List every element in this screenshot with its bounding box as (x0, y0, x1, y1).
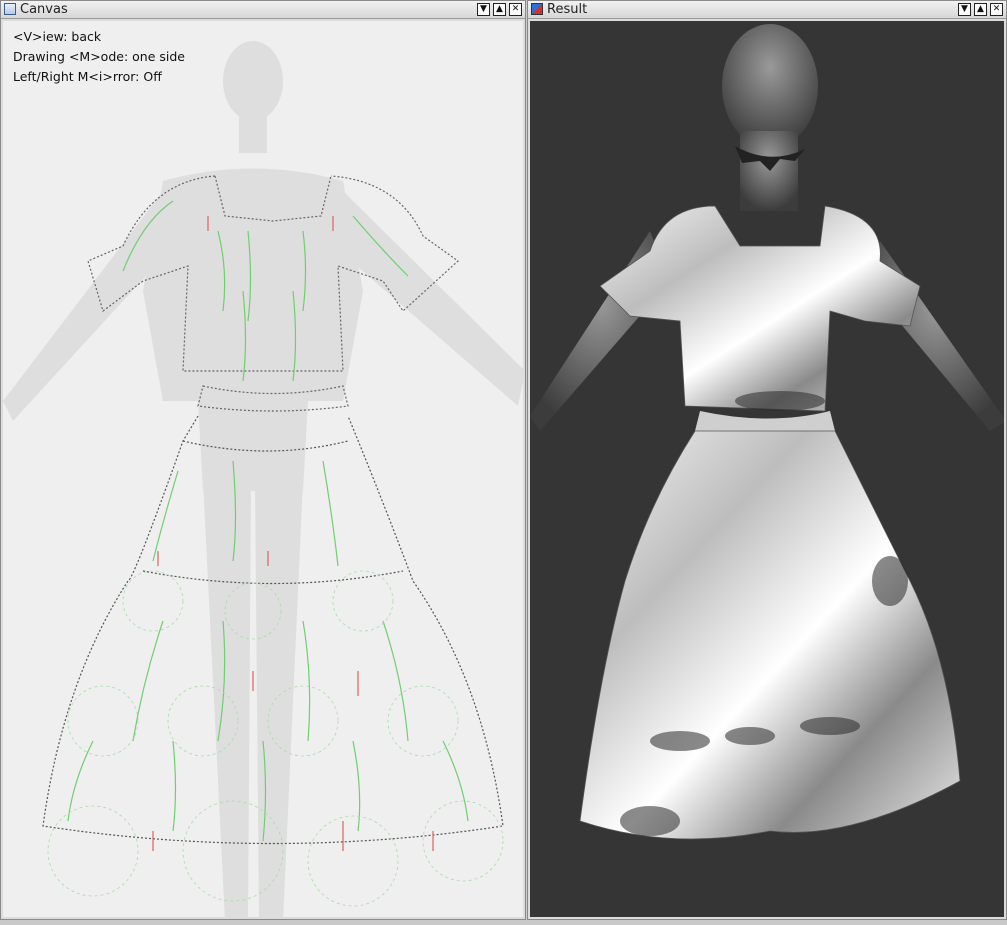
sketch-drawing (3, 41, 523, 917)
canvas-window-title: Canvas (20, 2, 68, 17)
result-window: Result ▼ ▲ ✕ (527, 0, 1007, 920)
window-app-icon (4, 3, 16, 15)
minimize-button[interactable]: ▼ (477, 3, 490, 16)
mannequin-silhouette (3, 41, 523, 917)
result-titlebar[interactable]: Result ▼ ▲ ✕ (528, 1, 1006, 19)
window-app-icon (531, 3, 543, 15)
maximize-button[interactable]: ▲ (493, 3, 506, 16)
canvas-window-controls: ▼ ▲ ✕ (477, 3, 522, 16)
close-button[interactable]: ✕ (509, 3, 522, 16)
minimize-button[interactable]: ▼ (958, 3, 971, 16)
3d-result-view[interactable] (530, 21, 1004, 917)
result-window-title: Result (547, 2, 588, 17)
rendered-garment (530, 24, 1004, 840)
drawing-mode-status: Drawing <M>ode: one side (13, 49, 185, 64)
result-window-controls: ▼ ▲ ✕ (958, 3, 1003, 16)
close-button[interactable]: ✕ (990, 3, 1003, 16)
canvas-window: Canvas ▼ ▲ ✕ <V>iew: back Drawing <M>ode… (0, 0, 526, 920)
view-mode-status: <V>iew: back (13, 29, 102, 44)
sketch-canvas[interactable]: <V>iew: back Drawing <M>ode: one side Le… (3, 21, 523, 917)
canvas-status: <V>iew: back Drawing <M>ode: one side Le… (13, 27, 185, 87)
rendered-skirt (579, 430, 961, 840)
maximize-button[interactable]: ▲ (974, 3, 987, 16)
canvas-titlebar[interactable]: Canvas ▼ ▲ ✕ (1, 1, 525, 19)
mirror-status: Left/Right M<i>rror: Off (13, 69, 162, 84)
